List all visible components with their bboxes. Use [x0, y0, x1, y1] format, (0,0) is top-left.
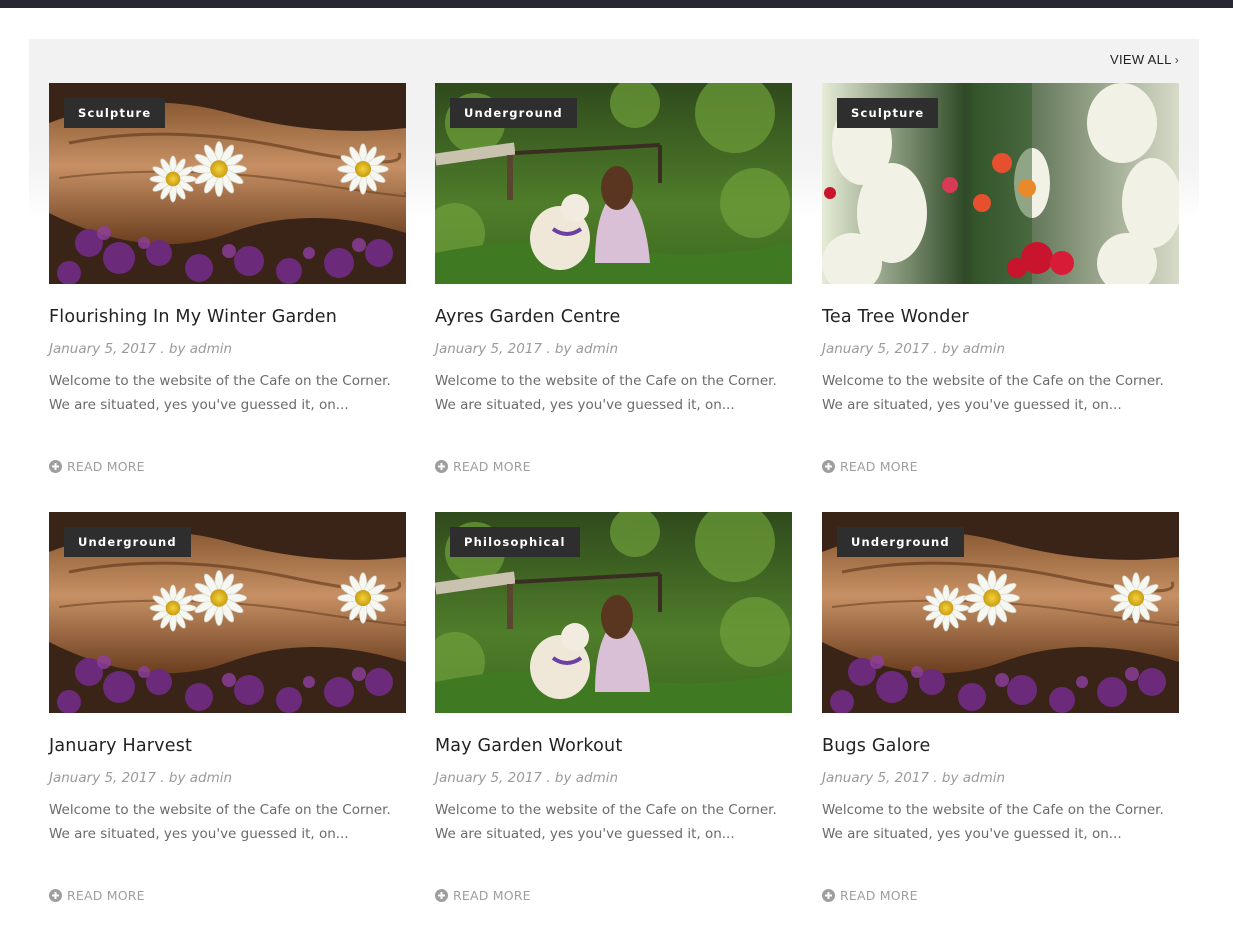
- post-thumbnail-link[interactable]: Underground: [435, 83, 792, 284]
- read-more-link[interactable]: READ MORE: [822, 886, 1179, 904]
- post-meta: January 5, 2017 . by admin: [49, 341, 233, 357]
- post-title[interactable]: Tea Tree Wonder: [822, 305, 1179, 329]
- post-excerpt: Welcome to the website of the Cafe on th…: [49, 373, 391, 413]
- category-badge[interactable]: Underground: [450, 98, 577, 128]
- post-title[interactable]: Flourishing In My Winter Garden: [49, 305, 406, 329]
- post-meta: January 5, 2017 . by admin: [822, 341, 1006, 357]
- post-excerpt: Welcome to the website of the Cafe on th…: [822, 373, 1164, 413]
- plus-circle-icon: [49, 888, 62, 902]
- category-badge[interactable]: Underground: [64, 527, 191, 557]
- post-card: Sculpture Tea Tree Wonder January 5, 201…: [822, 83, 1179, 475]
- post-title[interactable]: May Garden Workout: [435, 734, 792, 758]
- post-excerpt: Welcome to the website of the Cafe on th…: [49, 802, 391, 842]
- read-more-link[interactable]: READ MORE: [435, 886, 792, 904]
- post-meta: January 5, 2017 . by admin: [49, 770, 233, 786]
- read-more-link[interactable]: READ MORE: [49, 886, 406, 904]
- post-meta: January 5, 2017 . by admin: [822, 770, 1006, 786]
- plus-circle-icon: [822, 459, 835, 473]
- view-all-label: VIEW ALL: [1110, 52, 1172, 67]
- post-excerpt: Welcome to the website of the Cafe on th…: [822, 802, 1164, 842]
- post-thumbnail-link[interactable]: Philosophical: [435, 512, 792, 713]
- post-excerpt: Welcome to the website of the Cafe on th…: [435, 373, 777, 413]
- category-badge[interactable]: Philosophical: [450, 527, 580, 557]
- post-thumbnail-link[interactable]: Sculpture: [49, 83, 406, 284]
- chevron-right-icon: ›: [1174, 52, 1179, 67]
- post-title[interactable]: January Harvest: [49, 734, 406, 758]
- read-more-label: READ MORE: [453, 887, 531, 903]
- view-all-link[interactable]: VIEW ALL ›: [1110, 52, 1179, 67]
- read-more-link[interactable]: READ MORE: [435, 457, 792, 475]
- post-meta: January 5, 2017 . by admin: [435, 341, 619, 357]
- post-excerpt: Welcome to the website of the Cafe on th…: [435, 802, 777, 842]
- read-more-label: READ MORE: [840, 458, 918, 474]
- top-bar: [0, 0, 1233, 8]
- read-more-label: READ MORE: [840, 887, 918, 903]
- plus-circle-icon: [435, 459, 448, 473]
- read-more-label: READ MORE: [67, 887, 145, 903]
- post-title[interactable]: Bugs Galore: [822, 734, 1179, 758]
- post-thumbnail-link[interactable]: Underground: [49, 512, 406, 713]
- post-title[interactable]: Ayres Garden Centre: [435, 305, 792, 329]
- category-badge[interactable]: Sculpture: [64, 98, 166, 128]
- read-more-label: READ MORE: [453, 458, 531, 474]
- read-more-link[interactable]: READ MORE: [49, 457, 406, 475]
- read-more-label: READ MORE: [67, 458, 145, 474]
- read-more-link[interactable]: READ MORE: [822, 457, 1179, 475]
- post-thumbnail-link[interactable]: Underground: [822, 512, 1179, 713]
- post-card: Philosophical May Garden Workout January…: [435, 512, 792, 904]
- category-badge[interactable]: Underground: [837, 527, 964, 557]
- plus-circle-icon: [435, 888, 448, 902]
- category-badge[interactable]: Sculpture: [837, 98, 939, 128]
- post-card: Sculpture Flourishing In My Winter Garde…: [49, 83, 406, 475]
- post-card: Underground January Harvest January 5, 2…: [49, 512, 406, 904]
- plus-circle-icon: [49, 459, 62, 473]
- post-thumbnail-link[interactable]: Sculpture: [822, 83, 1179, 284]
- post-meta: January 5, 2017 . by admin: [435, 770, 619, 786]
- post-card: Underground Ayres Garden Centre January …: [435, 83, 792, 475]
- plus-circle-icon: [822, 888, 835, 902]
- post-card: Underground Bugs Galore January 5, 2017 …: [822, 512, 1179, 904]
